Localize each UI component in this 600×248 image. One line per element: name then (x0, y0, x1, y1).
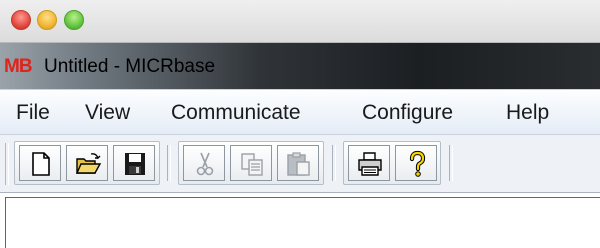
save-disk-icon (125, 153, 145, 175)
copy-icon (241, 153, 263, 176)
save-button[interactable] (113, 145, 155, 181)
app-logo-icon: MB (4, 56, 33, 77)
new-document-icon (32, 152, 50, 176)
menu-file[interactable]: File (16, 90, 50, 136)
toolbar-separator (449, 145, 453, 181)
zoom-window-button[interactable] (64, 10, 84, 30)
open-folder-icon (75, 153, 102, 174)
print-button[interactable] (348, 145, 390, 181)
print-icon (358, 152, 382, 176)
menu-communicate[interactable]: Communicate (171, 90, 301, 136)
toolbar (0, 135, 600, 193)
toolbar-grip[interactable] (5, 143, 9, 185)
open-button[interactable] (66, 145, 108, 181)
menu-view[interactable]: View (85, 90, 130, 136)
mac-window-titlebar (0, 0, 600, 43)
document-area[interactable] (5, 197, 600, 248)
window-title: Untitled - MICRbase (44, 56, 216, 77)
menubar: File View Communicate Configure Help (0, 89, 600, 135)
minimize-window-button[interactable] (37, 10, 57, 30)
menu-configure[interactable]: Configure (362, 90, 453, 136)
edit-button-group (178, 141, 324, 185)
cut-button[interactable] (183, 145, 225, 181)
paste-icon (287, 152, 310, 176)
print-help-button-group (343, 141, 441, 185)
help-button[interactable] (395, 145, 437, 181)
help-icon (409, 150, 426, 177)
toolbar-separator (167, 145, 171, 181)
close-window-button[interactable] (11, 10, 31, 30)
paste-button[interactable] (277, 145, 319, 181)
file-button-group (14, 141, 160, 185)
menu-help[interactable]: Help (506, 90, 549, 136)
copy-button[interactable] (230, 145, 272, 181)
app-titlebar: MB Untitled - MICRbase (0, 43, 600, 89)
toolbar-separator (332, 145, 336, 181)
cut-icon (196, 152, 214, 176)
new-document-button[interactable] (19, 145, 61, 181)
